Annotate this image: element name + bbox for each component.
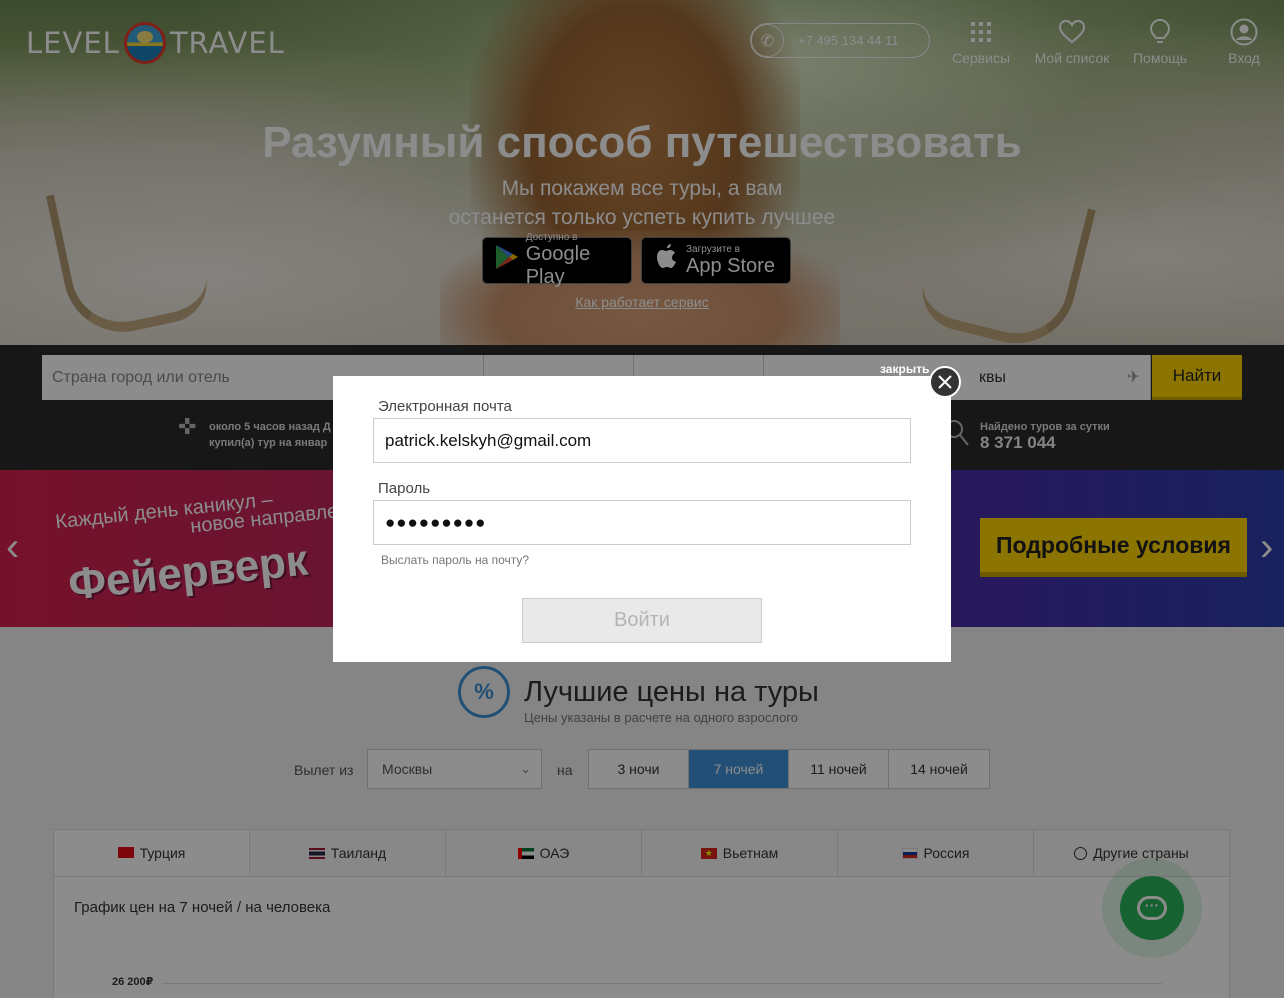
login-submit-button[interactable]: Войти — [522, 598, 762, 643]
password-value: ●●●●●●●●● — [385, 512, 487, 532]
forgot-password-link[interactable]: Выслать пароль на почту? — [381, 553, 529, 567]
password-field[interactable]: ●●●●●●●●● — [373, 500, 911, 545]
login-modal: Электронная почта patrick.kelskyh@gmail.… — [333, 376, 951, 662]
close-label[interactable]: закрыть — [880, 362, 929, 376]
email-label: Электронная почта — [378, 398, 512, 415]
email-field[interactable]: patrick.kelskyh@gmail.com — [373, 418, 911, 463]
close-icon[interactable] — [929, 366, 961, 398]
password-label: Пароль — [378, 480, 431, 497]
email-value: patrick.kelskyh@gmail.com — [385, 430, 592, 450]
